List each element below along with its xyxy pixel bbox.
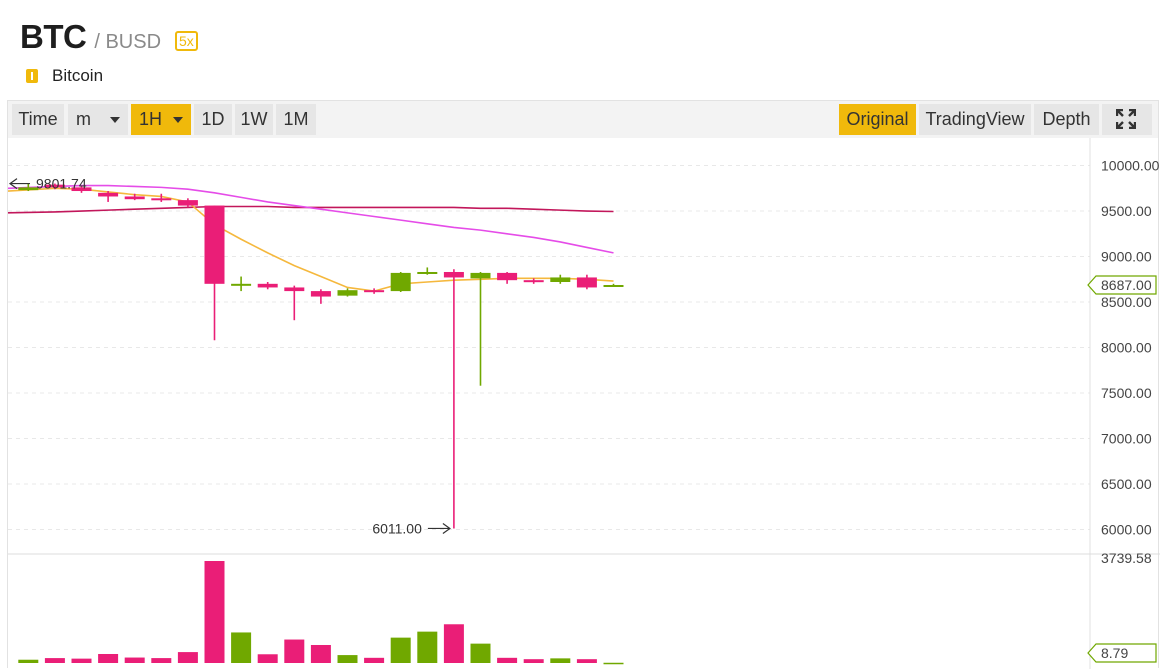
ma-short-line: [8, 187, 614, 292]
price-tick-label: 9000.00: [1101, 249, 1152, 265]
price-tick-label: 9500.00: [1101, 203, 1152, 219]
candle-body: [576, 277, 597, 288]
candle-body: [98, 192, 119, 197]
candlestick-chart[interactable]: 10000.00 9500.00 9000.00 8500.00 8000.00 7500…: [8, 101, 1160, 669]
volume-bar: [337, 655, 358, 663]
volume-bar: [443, 624, 464, 663]
price-tick-label: 8000.00: [1101, 340, 1152, 356]
volume-bar: [124, 657, 145, 663]
volume-bar: [390, 637, 411, 663]
price-tick-label: 7000.00: [1101, 430, 1152, 446]
volume-bar: [44, 658, 65, 663]
volume-bar: [310, 644, 331, 663]
candle-body: [231, 283, 252, 286]
info-icon[interactable]: [26, 69, 38, 83]
price-gridlines: [8, 165, 1090, 530]
candle-body: [364, 290, 385, 293]
volume-bar: [18, 659, 39, 663]
leverage-badge: 5x: [175, 31, 198, 51]
candle-body: [523, 280, 544, 283]
candle-body: [550, 277, 571, 282]
candle-body: [497, 272, 518, 281]
candle-body: [337, 290, 358, 296]
candle-body: [151, 198, 172, 201]
volume-current-label: 8.79: [1101, 645, 1128, 661]
price-tick-label: 6500.00: [1101, 476, 1152, 492]
candles: [18, 183, 624, 529]
volume-bars: [18, 561, 624, 665]
low-annotation: 6011.00: [372, 520, 451, 536]
asset-name: Bitcoin: [52, 66, 104, 85]
candle-body: [603, 284, 624, 287]
volume-bar: [98, 653, 119, 663]
market-header: BTC / BUSD 5x Bitcoin: [20, 18, 198, 86]
price-axis: 10000.00 9500.00 9000.00 8500.00 8000.00 7500…: [1101, 158, 1160, 538]
price-tick-label: 10000.00: [1101, 158, 1160, 174]
volume-bar: [523, 659, 544, 663]
volume-bar: [576, 659, 597, 663]
volume-bar: [470, 643, 491, 663]
low-price-label: 6011.00: [372, 520, 422, 536]
current-price-label: 8687.00: [1101, 277, 1152, 293]
price-tick-label: 6000.00: [1101, 521, 1152, 537]
high-price-label: 9801.74: [36, 176, 87, 192]
candle-body: [417, 271, 438, 274]
low-arrow-icon: [427, 522, 451, 534]
volume-bar: [71, 658, 92, 663]
candle-body: [204, 205, 225, 284]
candle-body: [470, 272, 491, 279]
volume-bar: [204, 561, 225, 663]
candle-body: [310, 291, 331, 297]
volume-bar: [550, 658, 571, 663]
volume-bar: [603, 662, 624, 665]
volume-bar: [364, 657, 385, 663]
current-price-tag: 8687.00: [1087, 275, 1157, 295]
candle-body: [177, 200, 198, 206]
volume-bar: [151, 658, 172, 663]
candle-body: [443, 271, 464, 278]
base-asset: BTC: [20, 18, 87, 55]
chart-panel: Time m 1H 1D 1W 1M Original TradingView …: [7, 100, 1160, 669]
candle-body: [124, 196, 145, 200]
price-tick-label: 8500.00: [1101, 294, 1152, 310]
volume-max-label: 3739.58: [1101, 550, 1152, 566]
quote-asset: / BUSD: [94, 31, 162, 53]
volume-bar: [177, 652, 198, 663]
moving-averages: [8, 184, 614, 292]
candle-body: [284, 287, 305, 292]
volume-bar: [231, 632, 252, 663]
candle-body: [390, 272, 411, 292]
trading-pair: BTC / BUSD 5x: [20, 18, 198, 56]
volume-bar: [497, 657, 518, 663]
candle-body: [257, 283, 278, 288]
volume-bar: [284, 639, 305, 663]
volume-bar: [257, 654, 278, 663]
asset-name-row: Bitcoin: [26, 66, 198, 86]
volume-current-tag: 8.79: [1087, 643, 1157, 663]
price-tick-label: 7500.00: [1101, 385, 1152, 401]
volume-bar: [417, 631, 438, 663]
